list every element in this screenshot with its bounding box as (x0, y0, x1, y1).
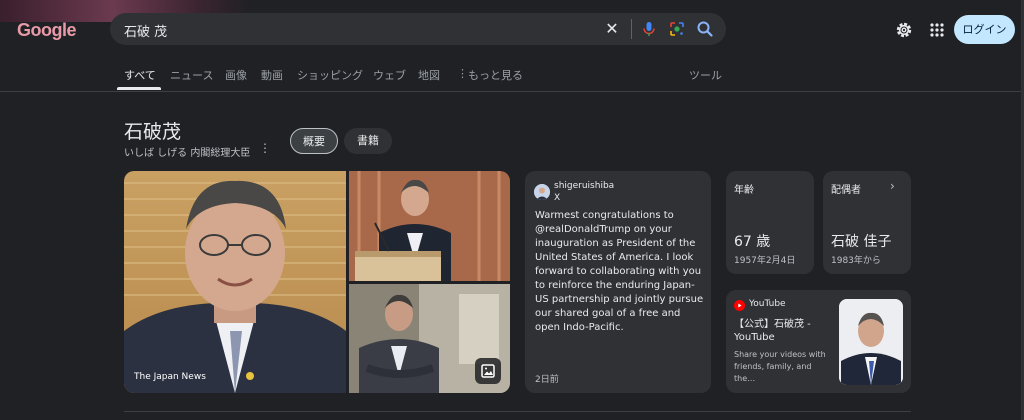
tweet-handle: shigeruishiba (554, 181, 615, 191)
tab-tools[interactable]: ツール (689, 67, 722, 83)
entity-title: 石破茂 (124, 121, 182, 143)
chip-overview[interactable]: 概要 (290, 128, 338, 154)
clear-icon[interactable]: ✕ (602, 19, 622, 39)
search-tabs: すべて ニュース 画像 動画 ショッピング ウェブ 地図 ⋮ もっと見る ツール (0, 60, 1024, 90)
google-logo[interactable]: Google (17, 20, 77, 41)
search-bar[interactable]: 石破 茂 ✕ (110, 13, 726, 45)
marriage-date: 1983年から (831, 256, 881, 266)
youtube-card[interactable]: YouTube 【公式】石破茂 - YouTube Share your vid… (726, 290, 911, 393)
search-input[interactable]: 石破 茂 (124, 21, 167, 40)
tab-news[interactable]: ニュース (170, 67, 213, 83)
youtube-icon (734, 300, 745, 311)
youtube-description: Share your videos with friends, family, … (734, 350, 826, 383)
chip-books[interactable]: 書籍 (344, 128, 392, 154)
spouse-label: 配偶者 (831, 185, 861, 196)
podium-image[interactable] (349, 171, 510, 281)
youtube-source: YouTube (749, 299, 786, 309)
search-icon[interactable] (695, 19, 715, 39)
tweet-source: X (554, 193, 561, 203)
tweet-timestamp: 2日前 (535, 375, 559, 385)
image-caption: The Japan News (134, 372, 206, 382)
image-icon (481, 364, 495, 378)
spouse-value: 石破 佳子 (831, 234, 892, 250)
tweet-body: Warmest congratulations to @realDonaldTr… (535, 210, 704, 333)
tab-maps[interactable]: 地図 (418, 67, 440, 83)
header: Google 石破 茂 ✕ ログイン (0, 0, 1024, 60)
spouse-card[interactable]: 配偶者 › 石破 佳子 1983年から (823, 171, 911, 274)
tab-images[interactable]: 画像 (225, 67, 247, 83)
tabs-divider (0, 91, 1024, 92)
more-vert-icon: ⋮ (457, 67, 468, 80)
apps-grid-icon[interactable] (928, 21, 946, 39)
section-divider (124, 411, 911, 412)
age-value: 67 歳 (734, 234, 771, 250)
microphone-icon[interactable] (639, 19, 659, 39)
tab-shopping[interactable]: ショッピング (297, 67, 363, 83)
gear-icon[interactable] (894, 20, 914, 40)
tab-web[interactable]: ウェブ (373, 67, 406, 83)
search-divider (631, 19, 632, 39)
entity-menu-icon[interactable]: ⋮ (259, 141, 271, 155)
lens-icon[interactable] (667, 19, 687, 39)
entity-subtitle: いしば しげる 内閣総理大臣 (124, 148, 251, 159)
avatar (534, 184, 550, 200)
tab-more[interactable]: もっと見る (468, 67, 523, 83)
tweet-card[interactable]: shigeruishiba X Warmest congratulations … (525, 171, 711, 393)
youtube-title[interactable]: 【公式】石破茂 - YouTube (734, 318, 834, 344)
active-tab-indicator (117, 87, 161, 90)
chevron-right-icon: › (890, 179, 895, 193)
more-images-button[interactable] (475, 358, 501, 384)
tab-videos[interactable]: 動画 (261, 67, 283, 83)
age-label: 年齢 (734, 185, 754, 196)
main-portrait-image[interactable] (124, 171, 346, 393)
birth-date: 1957年2月4日 (734, 256, 796, 266)
tab-all[interactable]: すべて (124, 67, 156, 83)
age-card[interactable]: 年齢 67 歳 1957年2月4日 (726, 171, 814, 274)
youtube-thumbnail[interactable] (839, 299, 903, 385)
login-button[interactable]: ログイン (954, 15, 1015, 44)
